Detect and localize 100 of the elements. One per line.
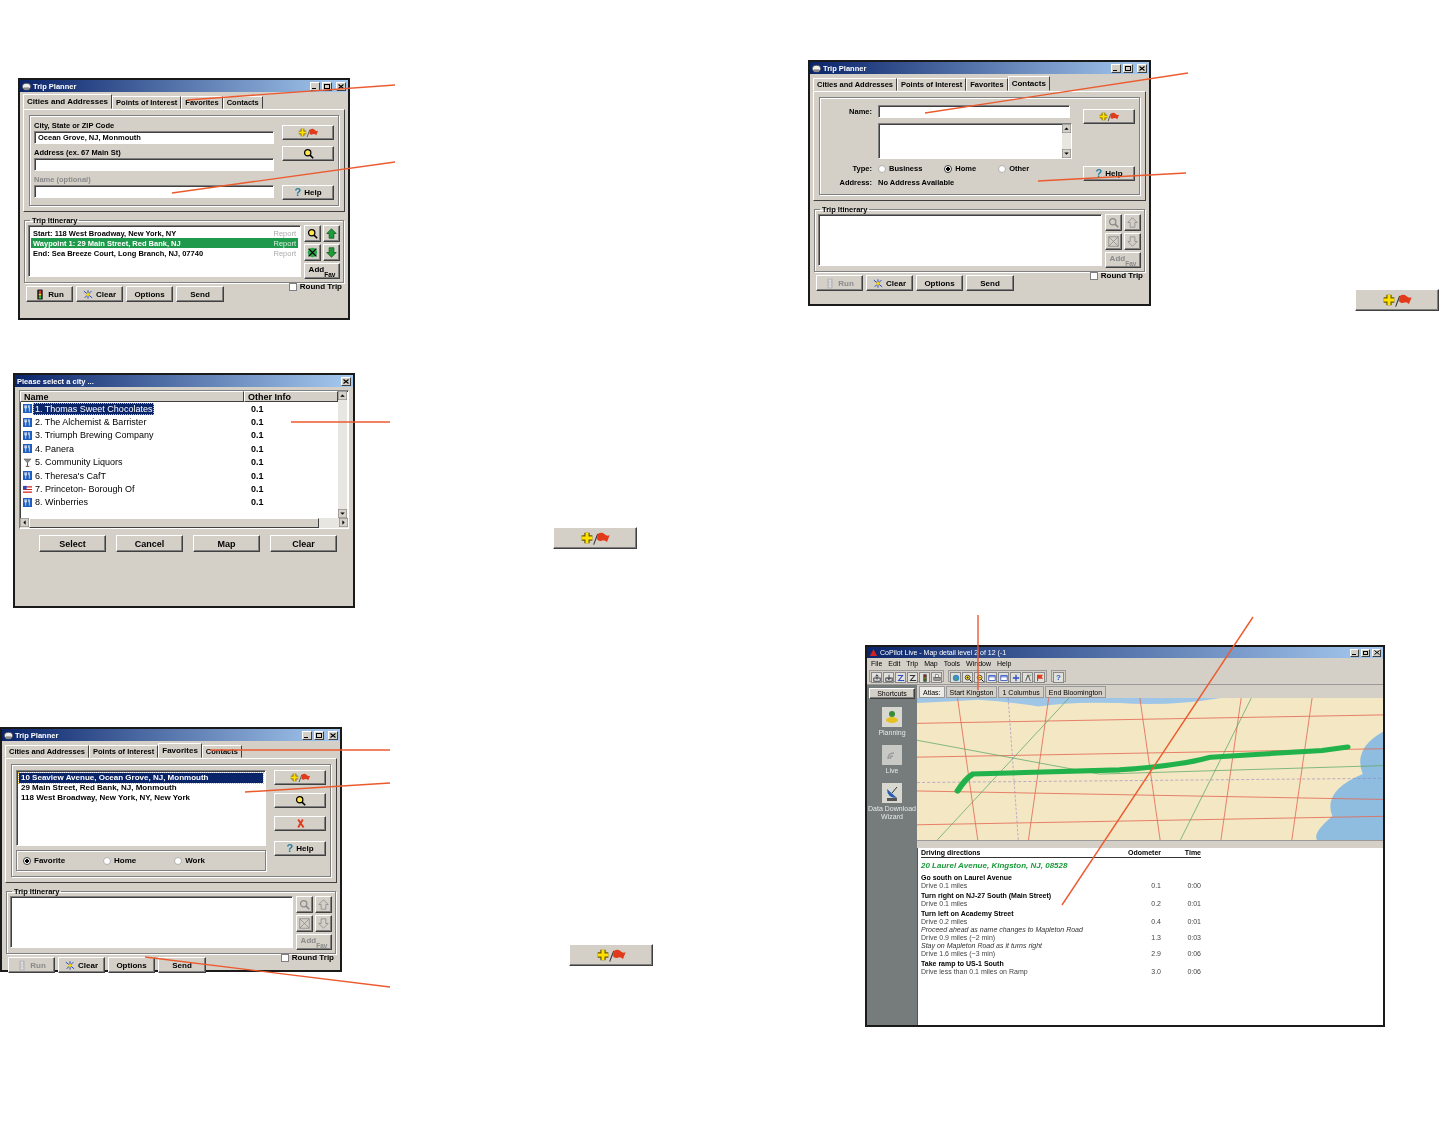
command-button[interactable]: Send — [966, 275, 1014, 291]
close-button[interactable] — [328, 730, 338, 740]
command-button[interactable]: Send — [176, 286, 224, 302]
tab[interactable]: Contacts — [1007, 76, 1050, 91]
tab[interactable]: Favorites — [158, 743, 202, 758]
checkbox[interactable] — [288, 282, 297, 291]
input-field[interactable] — [34, 158, 274, 171]
close-button[interactable] — [341, 376, 351, 386]
maximize-button[interactable] — [314, 730, 324, 740]
vertical-scrollbar[interactable] — [1062, 124, 1071, 158]
signal-icon[interactable] — [882, 745, 902, 766]
toolbar-button[interactable] — [986, 672, 997, 683]
zoom-button[interactable] — [282, 146, 334, 161]
minimize-button[interactable] — [1111, 63, 1121, 73]
maximize-button[interactable] — [1123, 63, 1133, 73]
help-button[interactable]: ? Help — [274, 841, 326, 856]
favorite-item[interactable]: 10 Seaview Avenue, Ocean Grove, NJ, Monmouth — [19, 773, 263, 783]
toolbar-button[interactable] — [919, 672, 930, 683]
text-area[interactable] — [878, 123, 1072, 159]
command-button[interactable]: Select — [39, 535, 106, 552]
checkbox[interactable] — [1089, 271, 1098, 280]
toolbar-button[interactable] — [974, 672, 985, 683]
toolbar-button[interactable] — [907, 672, 918, 683]
checkbox[interactable] — [280, 953, 289, 962]
toolbar-button[interactable] — [883, 672, 894, 683]
zoom-button[interactable] — [304, 225, 321, 242]
delete-button[interactable] — [274, 816, 326, 831]
toolbar-button[interactable] — [998, 672, 1009, 683]
result-name[interactable]: 6. Theresa's CafT — [33, 469, 109, 482]
itinerary-list[interactable] — [10, 896, 293, 948]
favorites-list[interactable]: 10 Seaview Avenue, Ocean Grove, NJ, Monmouth 29 Main Street, Red Bank, NJ, Monmouth 118 West Broadway, New York, NY, New York — [16, 770, 266, 846]
minimize-button[interactable] — [1350, 648, 1359, 657]
scroll-up-icon[interactable] — [338, 391, 347, 400]
result-name[interactable]: 3. Triumph Brewing Company — [33, 429, 156, 442]
zoom-button[interactable] — [274, 793, 326, 808]
close-button[interactable] — [1372, 648, 1381, 657]
clear-button[interactable]: Clear — [866, 275, 913, 291]
horizontal-scrollbar[interactable] — [917, 840, 1383, 848]
help-button[interactable]: ? Help — [282, 185, 334, 200]
scroll-left-icon[interactable] — [20, 518, 29, 527]
toolbar-button[interactable] — [1034, 672, 1045, 683]
close-button[interactable] — [1137, 63, 1147, 73]
radio-button[interactable] — [174, 856, 183, 865]
itinerary-list[interactable] — [818, 214, 1102, 266]
command-button[interactable]: Send — [158, 957, 206, 973]
help-button[interactable]: ? Help — [1083, 166, 1135, 181]
result-name[interactable]: 4. Panera — [33, 442, 77, 455]
result-name[interactable]: 2. The Alchemist & Barrister — [33, 416, 149, 429]
radio-button[interactable] — [878, 164, 886, 173]
restore-button[interactable] — [1361, 648, 1370, 657]
satellite-dish-icon[interactable] — [882, 783, 902, 804]
scroll-down-icon[interactable] — [338, 509, 347, 518]
command-button[interactable]: Options — [108, 957, 155, 973]
toolbar-button[interactable] — [1010, 672, 1021, 683]
column-header[interactable]: Name — [20, 391, 244, 402]
add-favorite-button[interactable] — [1083, 109, 1135, 124]
scroll-right-icon[interactable] — [339, 518, 348, 527]
result-name[interactable]: 1. Thomas Sweet Chocolates — [33, 402, 155, 415]
planning-icon[interactable] — [882, 707, 902, 727]
move-up-button[interactable] — [323, 225, 340, 242]
name-field[interactable] — [878, 105, 1070, 118]
command-button[interactable]: Options — [126, 286, 173, 302]
toolbar-button[interactable] — [962, 672, 973, 683]
clear-button[interactable]: Clear — [58, 957, 105, 973]
remove-button[interactable] — [304, 244, 321, 261]
add-favorite-button[interactable] — [282, 125, 334, 140]
radio-button[interactable] — [103, 856, 111, 865]
radio-button[interactable] — [23, 856, 31, 865]
move-down-button[interactable] — [323, 244, 340, 261]
vertical-scrollbar[interactable] — [338, 391, 347, 518]
toolbar-button[interactable] — [1022, 672, 1033, 683]
add-favorite-button[interactable] — [274, 770, 326, 785]
result-name[interactable]: 5. Community Liquors — [33, 456, 125, 469]
add-favorite-button[interactable] — [569, 944, 653, 966]
add-favorite-button[interactable] — [1355, 289, 1439, 311]
command-button[interactable]: Clear — [270, 535, 337, 552]
toolbar-button[interactable] — [931, 672, 942, 683]
close-button[interactable] — [336, 81, 346, 91]
minimize-button[interactable] — [302, 730, 312, 740]
minimize-button[interactable] — [310, 81, 320, 91]
toolbar-button[interactable] — [895, 672, 906, 683]
tab[interactable]: Cities and Addresses — [23, 94, 113, 109]
command-button[interactable]: Cancel — [116, 535, 183, 552]
radio-button[interactable] — [944, 164, 953, 173]
scroll-down-icon[interactable] — [1062, 149, 1071, 158]
results-list[interactable] — [19, 390, 349, 529]
command-button[interactable]: Options — [916, 275, 963, 291]
run-button[interactable]: Run — [26, 286, 73, 302]
add-favorite-button[interactable] — [553, 527, 637, 549]
maximize-button[interactable] — [322, 81, 332, 91]
command-button[interactable]: Map — [193, 535, 260, 552]
result-name[interactable]: 8. Winberries — [33, 496, 90, 509]
radio-button[interactable] — [998, 164, 1007, 173]
toolbar-button[interactable] — [871, 672, 882, 683]
help-button[interactable]: ? — [1053, 672, 1064, 683]
favorite-item[interactable]: 29 Main Street, Red Bank, NJ, Monmouth — [19, 783, 263, 793]
result-name[interactable]: 7. Princeton- Borough Of — [33, 483, 137, 496]
scroll-up-icon[interactable] — [1062, 124, 1071, 133]
favorite-item[interactable]: 118 West Broadway, New York, NY, New York — [19, 793, 263, 803]
clear-button[interactable]: Clear — [76, 286, 123, 302]
